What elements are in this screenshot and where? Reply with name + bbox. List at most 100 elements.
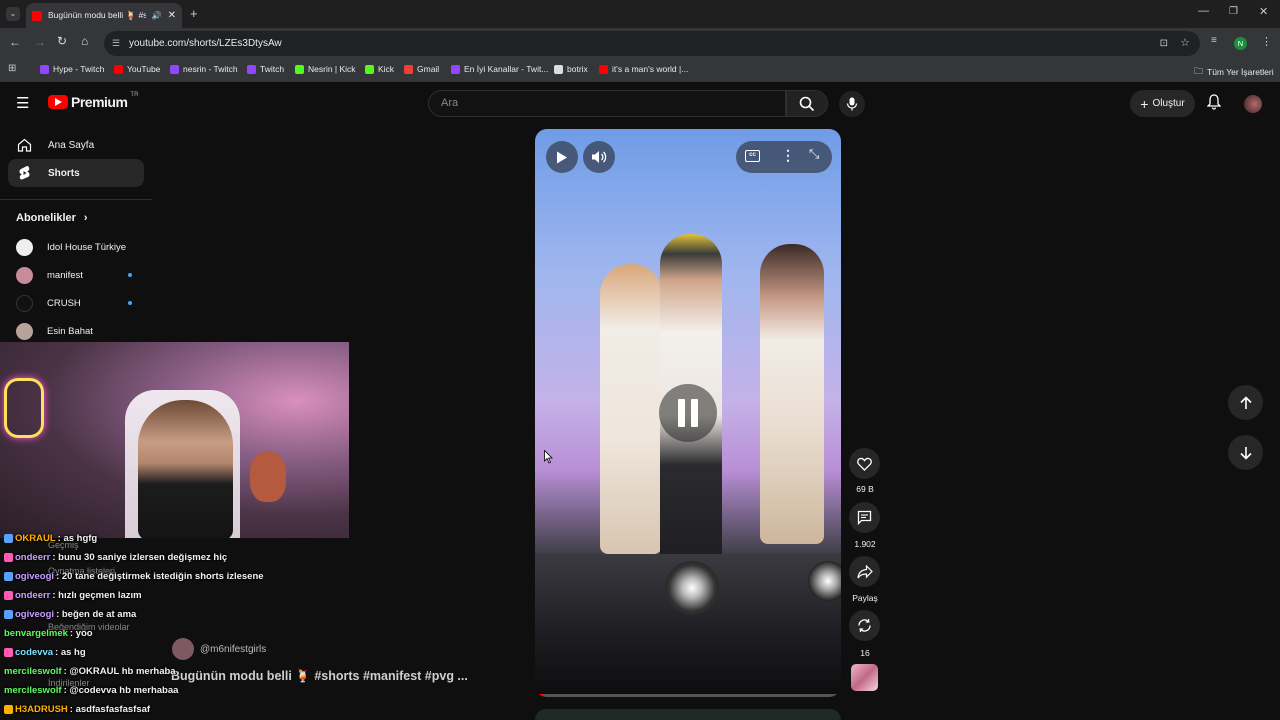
chat-message: ondeerr: bunu 30 saniye izlersen değişme… — [4, 552, 227, 563]
short-channel-row[interactable]: @m6nifestgirls — [172, 638, 266, 660]
subscription-item[interactable]: CRUSH — [16, 295, 81, 312]
active-tab[interactable]: Bugünün modu belli 🍹 #sh 🔊 ✕ — [26, 3, 182, 28]
subscriptions-header-label: Abonelikler — [16, 212, 76, 224]
share-button[interactable] — [849, 556, 880, 587]
bookmark-item[interactable]: botrix — [554, 64, 588, 74]
sidebar-item-label: Shorts — [48, 167, 80, 179]
youtube-logo[interactable]: Premium TR — [48, 92, 139, 110]
plus-icon: + — [1140, 95, 1149, 112]
search-button[interactable] — [786, 90, 828, 117]
bookmark-item[interactable]: YouTube — [114, 64, 160, 74]
bookmark-label: YouTube — [127, 64, 161, 74]
media-control-icon[interactable]: ≡ — [1211, 35, 1217, 46]
bookmark-item[interactable]: Hype - Twitch — [40, 64, 104, 74]
sidebar-item-home[interactable]: Ana Sayfa — [8, 131, 144, 159]
comments-button[interactable] — [849, 502, 880, 533]
like-button[interactable] — [849, 448, 880, 479]
bookmark-item[interactable]: Kick — [365, 64, 394, 74]
volume-button[interactable] — [583, 141, 615, 173]
progress-bar[interactable] — [535, 694, 841, 697]
bookmark-label: nesrin - Twitch — [183, 64, 238, 74]
kick-icon — [295, 64, 304, 74]
create-button[interactable]: + Oluştur — [1130, 90, 1195, 117]
all-bookmarks-button[interactable]: 🗀 Tüm Yer İşaretleri — [1194, 64, 1274, 80]
stage-light — [808, 561, 841, 601]
chat-username: ondeerr — [15, 590, 51, 601]
subscription-item[interactable]: Idol House Türkiye — [16, 239, 126, 256]
hamburger-menu-icon[interactable]: ☰ — [16, 94, 29, 112]
chat-text: : as hgfg — [57, 533, 98, 544]
tab-list-button[interactable]: ⌄ — [6, 7, 20, 21]
chat-message: codevva: as hg — [4, 647, 86, 658]
mouse-cursor-icon — [544, 450, 553, 464]
pause-overlay-button[interactable] — [659, 384, 717, 442]
next-short-button[interactable] — [1228, 435, 1263, 470]
site-info-icon[interactable]: ☰ — [112, 31, 120, 56]
bookmark-item[interactable]: Twitch — [247, 64, 284, 74]
short-title[interactable]: Bugünün modu belli 🍹 #shorts #manifest #… — [171, 669, 468, 684]
chat-text: : hızlı geçmen lazım — [52, 590, 142, 601]
sound-thumbnail[interactable] — [851, 664, 878, 691]
minimize-button[interactable]: — — [1198, 5, 1209, 17]
bookmark-item[interactable]: Nesrin | Kick — [295, 64, 356, 74]
plush-toys — [250, 452, 286, 502]
remix-button[interactable] — [849, 610, 880, 641]
play-button[interactable] — [546, 141, 578, 173]
previous-short-button[interactable] — [1228, 385, 1263, 420]
new-tab-button[interactable]: + — [190, 6, 198, 21]
kick-icon — [365, 64, 374, 74]
restore-button[interactable]: ❐ — [1229, 6, 1238, 17]
install-app-icon[interactable]: ⊡ — [1160, 31, 1168, 56]
sidebar-item-shorts[interactable]: Shorts — [8, 159, 144, 187]
address-bar[interactable]: ☰ youtube.com/shorts/LZEs3DtysAw ⊡ ☆ — [104, 31, 1200, 56]
badge-icon — [4, 591, 13, 600]
apps-grid-icon[interactable]: ⊞ — [8, 63, 16, 74]
share-icon — [856, 564, 873, 578]
search-input[interactable]: Ara — [428, 90, 786, 117]
subscriptions-header[interactable]: Abonelikler › — [16, 212, 88, 224]
bookmark-item[interactable]: Gmail — [404, 64, 439, 74]
gmail-icon — [404, 64, 413, 74]
channel-name: Idol House Türkiye — [47, 242, 127, 253]
fullscreen-icon[interactable]: ⤡ — [809, 146, 819, 162]
notifications-bell-icon[interactable] — [1206, 94, 1222, 115]
tab-audio-icon[interactable]: 🔊 — [152, 11, 162, 20]
bookmark-star-icon[interactable]: ☆ — [1180, 31, 1190, 56]
captions-icon[interactable]: cc — [745, 150, 760, 162]
chat-message: benvargelmek: yoo — [4, 628, 93, 639]
chat-username: OKRAUL — [15, 533, 56, 544]
short-video-player[interactable]: cc ⋮ ⤡ — [535, 129, 841, 697]
chat-username: mercileswolf — [4, 685, 62, 696]
chat-username: benvargelmek — [4, 628, 68, 639]
channel-avatar — [16, 323, 33, 340]
home-icon[interactable]: ⌂ — [81, 34, 88, 48]
chat-message: mercileswolf: @codevva hb merhabaa — [4, 685, 178, 696]
bookmark-item[interactable]: it's a man's world |... — [599, 64, 688, 74]
bookmark-item[interactable]: En İyi Kanallar - Twit... — [451, 64, 548, 74]
profile-avatar[interactable]: N — [1234, 37, 1247, 50]
bookmark-item[interactable]: nesrin - Twitch — [170, 64, 238, 74]
more-options-icon[interactable]: ⋮ — [781, 147, 795, 164]
volume-icon — [592, 151, 607, 163]
youtube-icon — [114, 64, 123, 74]
region-code: TR — [130, 92, 139, 98]
subscription-item[interactable]: manifest — [16, 267, 83, 284]
chat-username: ogiveogi — [15, 609, 55, 620]
subscription-item[interactable]: Esin Bahat — [16, 323, 93, 340]
voice-search-button[interactable] — [839, 91, 865, 117]
back-icon[interactable]: ← — [9, 35, 21, 49]
browser-menu-icon[interactable]: ⋮ — [1261, 35, 1272, 48]
browser-tab-bar: ⌄ Bugünün modu belli 🍹 #sh 🔊 ✕ + — ❐ ✕ — [0, 0, 1280, 28]
forward-icon[interactable]: → — [34, 35, 46, 49]
channel-avatar — [16, 295, 33, 312]
tab-close-icon[interactable]: ✕ — [168, 10, 176, 21]
like-count: 69 B — [856, 484, 874, 494]
create-label: Oluştur — [1152, 98, 1185, 109]
chat-message: ogiveogi: beğen de at ama — [4, 609, 136, 620]
close-window-button[interactable]: ✕ — [1259, 5, 1268, 18]
twitch-icon — [40, 64, 49, 74]
pause-icon-bar — [691, 399, 698, 427]
next-short-preview[interactable] — [535, 709, 841, 720]
reload-icon[interactable]: ↻ — [57, 34, 67, 48]
account-avatar[interactable] — [1244, 95, 1262, 113]
